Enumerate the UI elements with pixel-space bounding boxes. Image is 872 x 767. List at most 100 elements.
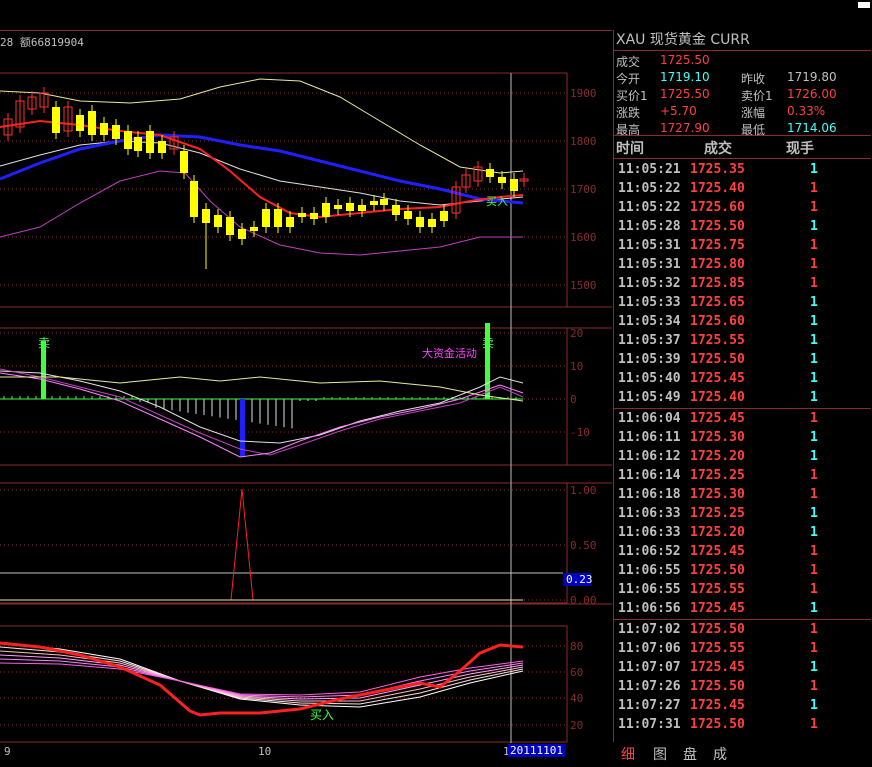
tab-book[interactable]: 盘 <box>683 744 697 764</box>
osc-band-line <box>0 654 524 700</box>
tick-row: 11:05:33 1725.65 1 <box>614 294 871 313</box>
tick-row: 11:05:22 1725.40 1 <box>614 180 871 199</box>
tick-volume: 1 <box>810 371 818 386</box>
tick-time: 11:07:26 <box>618 679 681 694</box>
candle-body <box>334 205 342 209</box>
tick-time: 11:05:39 <box>618 352 681 367</box>
tick-row: 11:07:02 1725.50 1 <box>614 621 871 640</box>
osc-tick-label: 80 <box>570 640 583 653</box>
tick-volume: 1 <box>810 295 818 310</box>
tick-price: 1725.60 <box>690 200 745 215</box>
tick-price: 1725.45 <box>690 411 745 426</box>
tick-price: 1725.55 <box>690 582 745 597</box>
tick-row: 11:07:27 1725.45 1 <box>614 697 871 716</box>
ask1-label: 卖价1 <box>741 89 773 103</box>
candle-body <box>358 205 366 211</box>
tick-row: 11:05:28 1725.50 1 <box>614 218 871 237</box>
tick-volume: 1 <box>810 411 818 426</box>
tab-deals[interactable]: 成 <box>713 744 727 764</box>
candle-body <box>310 213 318 219</box>
tick-price: 1725.40 <box>690 181 745 196</box>
tick-time: 11:06:55 <box>618 563 681 578</box>
tick-time: 11:07:27 <box>618 698 681 713</box>
price-tick-label: 1700 <box>570 183 597 196</box>
candle-body <box>262 209 270 227</box>
tick-volume: 1 <box>810 181 818 196</box>
candle-body <box>274 209 282 227</box>
x-label-10: 10 <box>258 745 272 758</box>
ask1-value: 1726.00 <box>787 87 837 101</box>
tick-row: 11:05:49 1725.40 1 <box>614 389 871 408</box>
candle-body <box>52 107 60 133</box>
macd-buy-bar <box>240 399 245 457</box>
tick-time: 11:07:06 <box>618 641 681 656</box>
tick-row: 11:07:06 1725.55 1 <box>614 640 871 659</box>
tick-row: 11:06:33 1725.20 1 <box>614 524 871 543</box>
candle-body <box>322 203 330 217</box>
tick-price: 1725.30 <box>690 487 745 502</box>
tab-chart[interactable]: 图 <box>653 744 667 764</box>
tick-row: 11:05:40 1725.45 1 <box>614 370 871 389</box>
candle-body <box>370 201 378 205</box>
kline-chart[interactable]: 1900 1800 1700 1600 1500 20 10 0 -10 1.00 0.50 0.00… <box>0 31 612 743</box>
change-value: +5.70 <box>660 104 697 118</box>
tick-header-time: 时间 <box>616 141 644 157</box>
candle-body <box>238 229 246 239</box>
tick-volume: 1 <box>810 563 818 578</box>
tick-volume: 1 <box>810 582 818 597</box>
prob-tick-label: 1.00 <box>570 484 597 497</box>
tick-volume: 1 <box>810 352 818 367</box>
candle-body <box>298 213 306 217</box>
tick-price: 1725.75 <box>690 238 745 253</box>
tick-volume: 1 <box>810 622 818 637</box>
x-label-9: 9 <box>4 745 11 758</box>
macd-tick-label: 20 <box>570 327 583 340</box>
tick-separator <box>614 619 871 620</box>
osc-band-line <box>0 658 524 698</box>
tick-price: 1725.60 <box>690 314 745 329</box>
tick-time: 11:05:22 <box>618 200 681 215</box>
candle-body <box>180 151 188 173</box>
tick-header: 时间 成交 现手 <box>614 136 871 159</box>
tick-row: 11:06:55 1725.50 1 <box>614 562 871 581</box>
open-value: 1719.10 <box>660 70 710 84</box>
macd-tick-label: 0 <box>570 393 577 406</box>
tick-row: 11:05:39 1725.50 1 <box>614 351 871 370</box>
tick-time: 11:05:28 <box>618 219 681 234</box>
bid1-label: 买价1 <box>616 89 648 103</box>
tick-volume: 1 <box>810 314 818 329</box>
buy-signal-label: 买入 <box>486 195 508 208</box>
tab-detail[interactable]: 细 <box>621 744 635 764</box>
osc-main-line <box>0 641 524 717</box>
tick-time: 11:05:34 <box>618 314 681 329</box>
tick-volume: 1 <box>810 468 818 483</box>
tick-row: 11:06:12 1725.20 1 <box>614 448 871 467</box>
tick-price: 1725.65 <box>690 295 745 310</box>
candle-body <box>76 115 84 131</box>
window-control-icon[interactable] <box>858 2 870 8</box>
candle-body <box>88 111 96 135</box>
tick-row: 11:06:18 1725.30 1 <box>614 486 871 505</box>
tick-volume: 1 <box>810 506 818 521</box>
tick-row: 11:06:11 1725.30 1 <box>614 429 871 448</box>
candle-body <box>134 137 142 151</box>
tick-row: 11:06:56 1725.45 1 <box>614 600 871 619</box>
candle-body <box>486 169 494 177</box>
tick-row: 11:06:55 1725.55 1 <box>614 581 871 600</box>
tick-volume: 1 <box>810 333 818 348</box>
tick-row: 11:06:33 1725.25 1 <box>614 505 871 524</box>
candle-body <box>404 211 412 219</box>
sell-signal-label: 卖 <box>38 336 50 350</box>
tick-time: 11:06:11 <box>618 430 681 445</box>
candle-body <box>498 177 506 183</box>
osc-panel-frame <box>0 625 568 743</box>
tick-price: 1725.45 <box>690 371 745 386</box>
tick-row: 11:05:21 1725.35 1 <box>614 161 871 180</box>
quote-grid: 成交 1725.50 今开 1719.10 昨收 1719.80 买价1 172… <box>614 51 871 137</box>
candle-body <box>124 131 132 149</box>
tick-volume: 1 <box>810 544 818 559</box>
candle-body <box>250 227 258 231</box>
candle-body <box>214 215 222 227</box>
chart-area[interactable]: 28 额66819904 1900 1800 1700 1600 1500 20 10 0 -1… <box>0 30 612 743</box>
buy-signal-label: 买入 <box>310 708 334 722</box>
